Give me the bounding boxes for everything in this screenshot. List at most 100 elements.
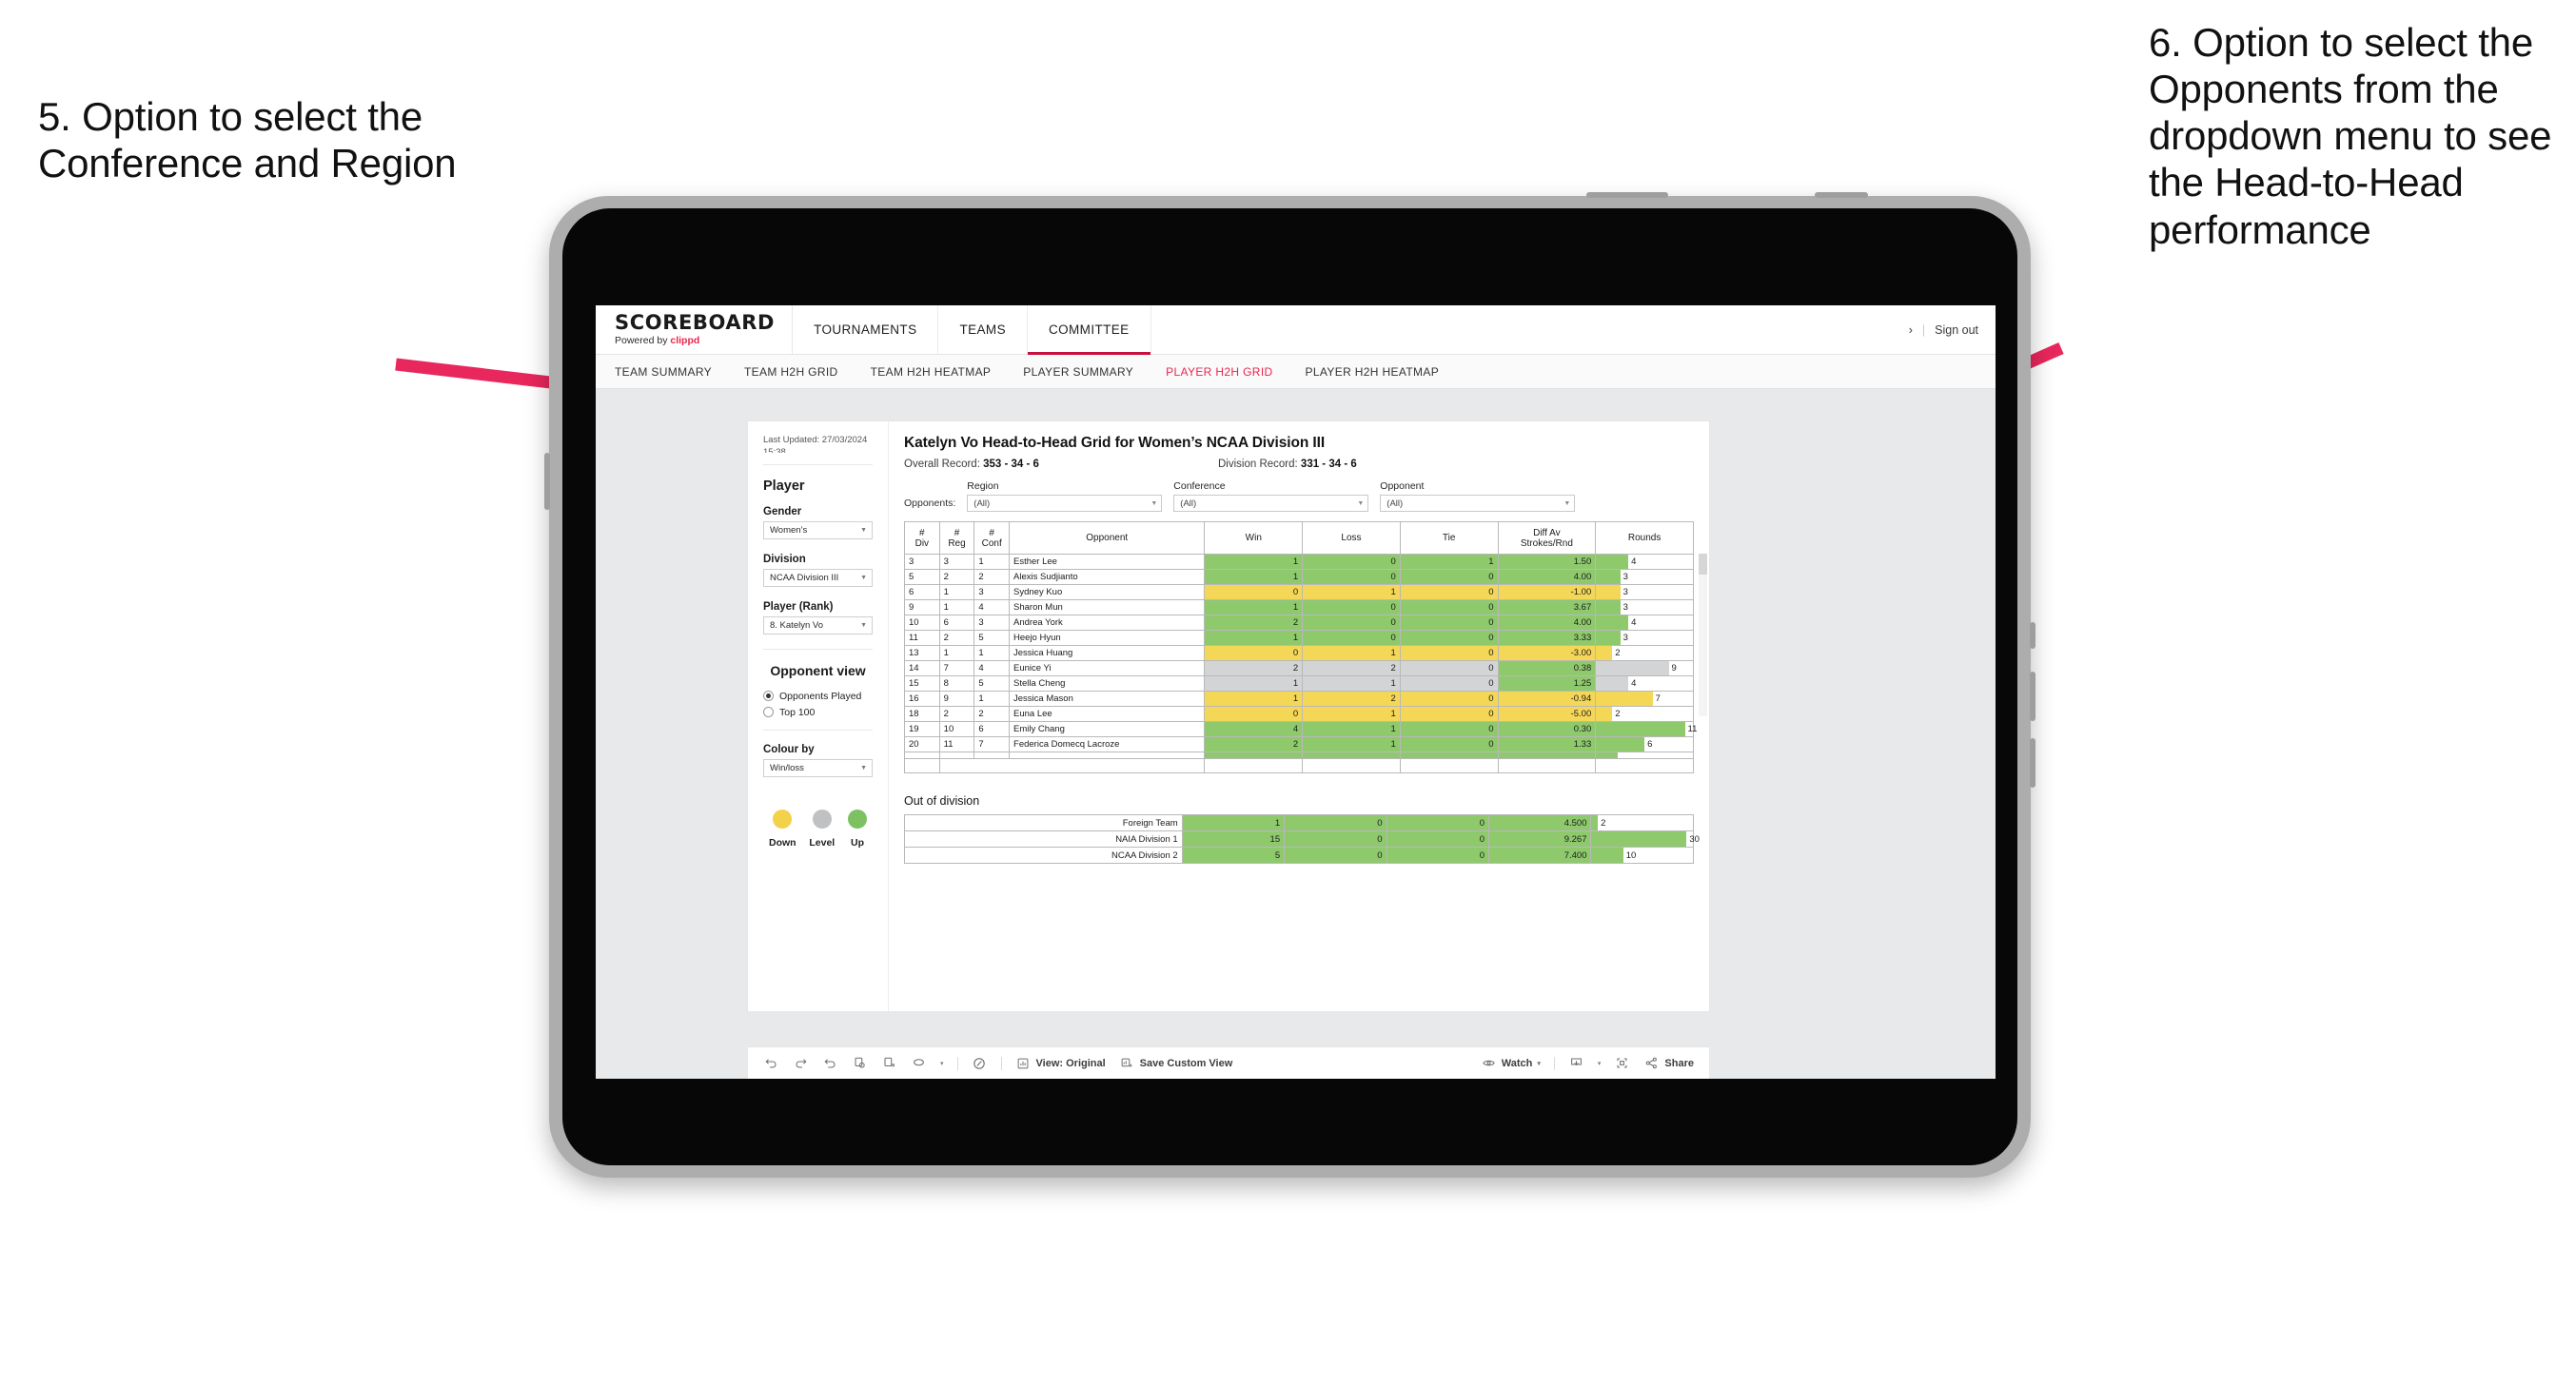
alerts-icon[interactable] [972,1055,988,1071]
nav-item-committee[interactable]: COMMITTEE [1027,305,1151,355]
table-row[interactable]: 15 8 5 Stella Cheng 1 1 0 1.25 4 [904,675,1694,692]
table-row[interactable]: 14 7 4 Eunice Yi 2 2 0 0.38 9 [904,660,1694,676]
grid-cell: 5 [973,630,1011,646]
rounds-bar-cell: 10 [1590,847,1694,864]
refresh-data-icon[interactable] [852,1055,868,1071]
revert-icon[interactable] [822,1055,838,1071]
table-row[interactable]: NAIA Division 1 15 0 0 9.267 30 [904,830,1700,848]
save-view-icon [1119,1055,1135,1071]
filter-row: Opponents: Region (All) ▼ Conference (Al [904,480,1694,512]
legend-dot-up [848,809,867,829]
subnav-item-team-h2h-heatmap[interactable]: TEAM H2H HEATMAP [871,365,992,379]
subnav-item-team-summary[interactable]: TEAM SUMMARY [615,365,712,379]
save-custom-view-button[interactable]: Save Custom View [1119,1055,1232,1071]
view-original-button[interactable]: View: Original [1015,1055,1106,1071]
table-row[interactable]: 13 1 1 Jessica Huang 0 1 0 -3.00 2 [904,645,1694,661]
grid-cell: NCAA Division 2 [904,847,1183,864]
table-row[interactable]: 5 2 2 Alexis Sudjianto 1 0 0 4.00 3 [904,569,1694,585]
grid-cell: 6 [904,584,940,600]
watch-button[interactable]: Watch ▾ [1481,1055,1541,1071]
radio-top-100[interactable]: Top 100 [763,707,873,718]
subnav-item-player-h2h-grid[interactable]: PLAYER H2H GRID [1166,365,1272,379]
sidebar-heading-player: Player [763,478,805,494]
opponent-select[interactable]: (All) ▼ [1380,495,1576,512]
table-row[interactable]: 10 6 3 Andrea York 2 0 0 4.00 4 [904,615,1694,631]
share-icon [1643,1055,1660,1071]
colour-by-select[interactable]: Win/loss ▼ [763,758,873,777]
rounds-bar-cell: 30 [1590,830,1700,848]
radio-opponents-played[interactable]: Opponents Played [763,691,873,702]
grid-cell: 1 [1204,691,1304,707]
lasso-caret-icon[interactable]: ▾ [940,1060,944,1067]
grid-cell [904,758,940,773]
opponents-filter-label: Opponents: [904,498,956,509]
grid-cell: 3.67 [1497,599,1597,615]
download-caret-icon[interactable]: ▾ [1598,1060,1602,1067]
rounds-bar [1596,707,1613,721]
grid-cell: 1 [1302,645,1401,661]
nav-item-tournaments[interactable]: TOURNAMENTS [793,305,939,354]
table-row[interactable]: 18 2 2 Euna Lee 0 1 0 -5.00 2 [904,706,1694,722]
table-row[interactable]: 16 9 1 Jessica Mason 1 2 0 -0.94 7 [904,691,1694,707]
chevron-down-icon: ▼ [860,621,867,629]
table-row[interactable]: 19 10 6 Emily Chang 4 1 0 0.30 11 [904,721,1697,737]
player-rank-select[interactable]: 8. Katelyn Vo ▼ [763,615,873,634]
grid-cell: 15 [1181,830,1286,848]
grid-cell: 3.33 [1497,630,1597,646]
table-row[interactable]: NCAA Division 2 5 0 0 7.400 10 [904,847,1694,864]
grid-scrollbar-thumb[interactable] [1699,554,1707,575]
sign-out-link[interactable]: Sign out [1935,323,1978,337]
subnav-item-player-summary[interactable]: PLAYER SUMMARY [1023,365,1133,379]
table-row[interactable]: Foreign Team 1 0 0 4.500 2 [904,814,1694,831]
pause-updates-icon[interactable] [881,1055,897,1071]
h2h-grid-table: # Div # Reg # Conf Opponent Win Loss Tie Diff Av St… [904,521,1697,773]
grid-scrollbar[interactable] [1699,554,1707,716]
table-row[interactable]: 6 1 3 Sydney Kuo 0 1 0 -1.00 3 [904,584,1694,600]
page-title: Katelyn Vo Head-to-Head Grid for Women’s… [904,435,1326,451]
conference-value: (All) [1180,498,1197,509]
grid-cell: Stella Cheng [1009,675,1206,692]
redo-icon[interactable] [793,1055,809,1071]
subnav-item-team-h2h-grid[interactable]: TEAM H2H GRID [744,365,838,379]
table-row[interactable]: 11 2 5 Heejo Hyun 1 0 0 3.33 3 [904,630,1694,646]
sidebar-divider-3 [763,729,873,731]
nav-item-teams[interactable]: TEAMS [938,305,1028,354]
region-filter-label: Region [967,480,999,492]
region-select[interactable]: (All) ▼ [967,495,1163,512]
rounds-value: 4 [1631,556,1637,567]
rounds-value: 4 [1631,617,1637,628]
undo-icon[interactable] [763,1055,779,1071]
grid-cell [1204,758,1304,773]
chevron-right-icon[interactable]: › [1909,323,1913,337]
subnav-item-player-h2h-heatmap[interactable]: PLAYER H2H HEATMAP [1306,365,1440,379]
grid-cell: 9.267 [1488,830,1592,848]
table-row[interactable]: 3 3 1 Esther Lee 1 0 1 1.50 4 [904,554,1694,570]
grid-cell: 2 [1302,660,1401,676]
fullscreen-icon[interactable] [1614,1055,1630,1071]
table-row[interactable]: 20 11 7 Federica Domecq Lacroze 2 1 0 1.33 6 [904,736,1694,752]
lasso-icon[interactable] [911,1055,927,1071]
legend-label-down: Down [769,836,796,849]
grid-cell [1302,758,1401,773]
table-row[interactable]: 9 1 4 Sharon Mun 1 0 0 3.67 3 [904,599,1694,615]
colour-by-value: Win/loss [770,762,804,773]
rounds-bar [1591,815,1599,830]
gender-select[interactable]: Women’s ▼ [763,520,873,539]
legend-item-up: Up [848,809,867,849]
grid-cell: 13 [904,645,940,661]
download-icon[interactable] [1568,1055,1584,1071]
brand-logo[interactable]: SCOREBOARD Powered by clippd [596,305,794,354]
grid-cell: 1 [973,645,1011,661]
grid-cell: 0 [1284,814,1387,831]
division-select[interactable]: NCAA Division III ▼ [763,568,873,587]
share-button[interactable]: Share [1643,1055,1694,1071]
conference-select[interactable]: (All) ▼ [1173,495,1369,512]
grid-col-header: Win [1204,521,1304,555]
grid-cell: 6 [938,615,975,631]
rounds-value: 30 [1689,833,1700,845]
grid-body: 3 3 1 Esther Lee 1 0 1 1.50 4 5 2 2 Alexis Sudjianto… [904,554,1697,773]
player-rank-label: Player (Rank) [763,600,834,613]
grid-cell: 0 [1399,736,1499,752]
header-actions: › | Sign out [1909,305,1996,354]
grid-cell: -1.00 [1497,584,1597,600]
